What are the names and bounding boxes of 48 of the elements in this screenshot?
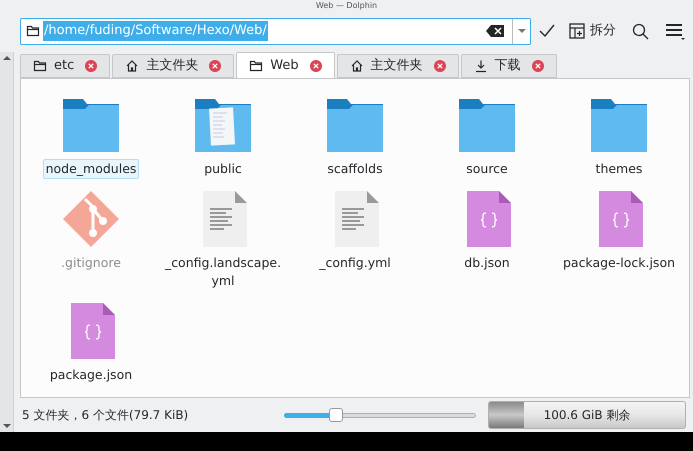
close-icon[interactable] bbox=[310, 60, 322, 72]
file-name[interactable]: node_modules bbox=[42, 159, 140, 179]
file-name[interactable]: _config.landscape. yml bbox=[162, 253, 284, 291]
scroll-down-icon[interactable] bbox=[2, 424, 10, 428]
tab[interactable]: Web bbox=[236, 52, 335, 78]
slider-handle[interactable] bbox=[328, 408, 343, 422]
file-name[interactable]: source bbox=[463, 159, 511, 179]
close-icon[interactable] bbox=[434, 60, 446, 72]
tab[interactable]: 主文件夹 bbox=[336, 54, 459, 78]
split-view-icon bbox=[569, 23, 585, 39]
tab-label: 主文件夹 bbox=[370, 57, 423, 76]
folder-icon bbox=[249, 58, 264, 72]
tab[interactable]: 下载 bbox=[460, 54, 557, 78]
home-icon bbox=[125, 59, 140, 73]
status-text: 5 文件夹，6 个文件(79.7 KiB) bbox=[22, 407, 190, 424]
file-name[interactable]: package.json bbox=[46, 365, 136, 385]
file-name[interactable]: db.json bbox=[461, 253, 513, 273]
tab-label: 主文件夹 bbox=[146, 57, 198, 76]
file-name[interactable]: package-lock.json bbox=[560, 253, 678, 273]
close-icon[interactable] bbox=[85, 60, 98, 72]
close-icon[interactable] bbox=[532, 60, 544, 72]
tab-label: Web bbox=[270, 56, 299, 75]
git-logo-icon bbox=[61, 189, 121, 249]
file-name[interactable]: _config.yml bbox=[316, 253, 394, 273]
zoom-slider[interactable] bbox=[284, 408, 476, 422]
clear-icon[interactable] bbox=[486, 25, 504, 37]
file-name[interactable]: scaffolds bbox=[324, 159, 386, 179]
free-space-text: 100.6 GiB 剩余 bbox=[544, 407, 630, 424]
search-icon[interactable] bbox=[632, 22, 649, 40]
split-button[interactable]: 拆分 bbox=[565, 18, 620, 44]
path-text: /home/fuding/Software/Hexo/Web/ bbox=[43, 21, 268, 41]
folder-icon bbox=[33, 59, 47, 73]
file-name[interactable]: public bbox=[201, 159, 245, 179]
download-icon bbox=[474, 59, 488, 73]
checkmark-icon[interactable] bbox=[539, 24, 555, 38]
tab-label: etc bbox=[54, 57, 74, 76]
menu-icon[interactable] bbox=[665, 22, 685, 40]
file-name[interactable]: themes bbox=[592, 159, 646, 179]
tab-label: 下载 bbox=[494, 57, 521, 76]
scrollbar[interactable] bbox=[0, 52, 14, 432]
scroll-up-icon[interactable] bbox=[2, 56, 10, 60]
window-title: Web — Dolphin bbox=[316, 1, 378, 10]
close-icon[interactable] bbox=[209, 60, 222, 72]
home-icon bbox=[350, 59, 364, 73]
tab[interactable]: etc bbox=[20, 54, 110, 78]
tab[interactable]: 主文件夹 bbox=[112, 54, 234, 78]
caret-icon bbox=[518, 29, 526, 33]
folder-icon bbox=[26, 24, 40, 38]
